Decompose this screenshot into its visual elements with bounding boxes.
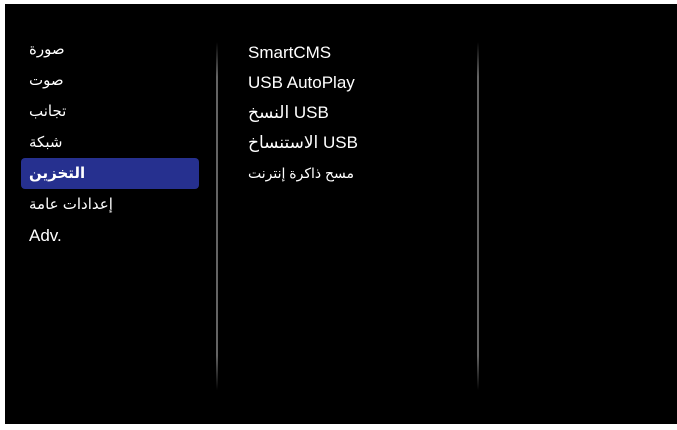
submenu-item-clear-internet-cache[interactable]: مسح ذاكرة إنترنت bbox=[248, 158, 468, 188]
storage-submenu: SmartCMS USB AutoPlay النسخ USB الاستنسا… bbox=[248, 38, 468, 188]
submenu-item-usb-autoplay[interactable]: USB AutoPlay bbox=[248, 68, 468, 98]
menu-item-sound[interactable]: صوت bbox=[21, 65, 199, 96]
menu-item-network[interactable]: شبكة bbox=[21, 127, 199, 158]
menu-item-advanced[interactable]: Adv. bbox=[21, 220, 199, 251]
menu-item-storage[interactable]: التخزين bbox=[21, 158, 199, 189]
main-menu: صورة صوت تجانب شبكة التخزين إعدادات عامة… bbox=[21, 34, 199, 251]
menu-item-picture[interactable]: صورة bbox=[21, 34, 199, 65]
menu-item-general-settings[interactable]: إعدادات عامة bbox=[21, 189, 199, 220]
column-divider-left bbox=[216, 42, 218, 390]
column-divider-right bbox=[477, 42, 479, 390]
submenu-item-smartcms[interactable]: SmartCMS bbox=[248, 38, 468, 68]
menu-item-tiling[interactable]: تجانب bbox=[21, 96, 199, 127]
osd-screen: صورة صوت تجانب شبكة التخزين إعدادات عامة… bbox=[5, 4, 677, 424]
submenu-item-usb-copy[interactable]: النسخ USB bbox=[248, 98, 468, 128]
submenu-item-usb-clone[interactable]: الاستنساخ USB bbox=[248, 128, 468, 158]
